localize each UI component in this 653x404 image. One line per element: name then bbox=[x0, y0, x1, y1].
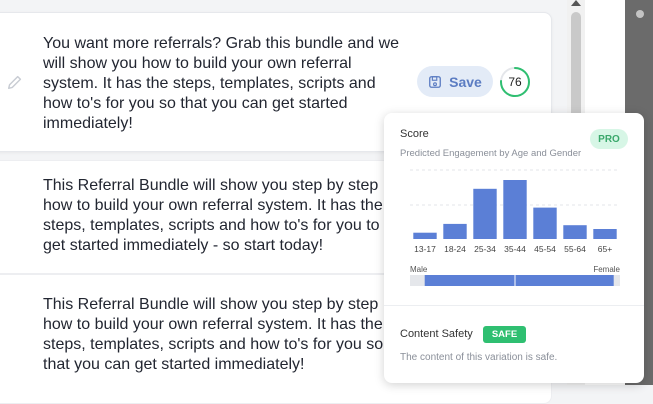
variation-text-1: You want more referrals? Grab this bundl… bbox=[43, 34, 423, 134]
panel-subtitle: Predicted Engagement by Age and Gender bbox=[400, 148, 582, 159]
male-label: Male bbox=[410, 265, 428, 274]
text-line: get started immediately - so start today… bbox=[43, 237, 324, 254]
tick-label: 13-17 bbox=[414, 244, 436, 254]
text-line: system. It has the steps, templates, scr… bbox=[43, 75, 376, 92]
female-bar bbox=[515, 275, 614, 286]
score-panel: Score PRO Predicted Engagement by Age an… bbox=[384, 113, 644, 383]
panel-title: Score bbox=[400, 128, 429, 140]
bar-35-44 bbox=[503, 180, 527, 239]
text-line: how to's for you so that you can get sta… bbox=[43, 95, 348, 112]
text-line: that you can get started immediately! bbox=[43, 356, 305, 373]
bar-55-64 bbox=[563, 225, 587, 239]
engagement-chart: 13-17 18-24 25-34 35-44 45-54 55-64 65+ Male Fem… bbox=[410, 169, 621, 286]
text-line: You want more referrals? Grab this bundl… bbox=[43, 35, 400, 52]
safe-badge: SAFE bbox=[483, 326, 526, 343]
panel-divider bbox=[384, 305, 644, 306]
text-line: how to build your own referral system. I… bbox=[43, 316, 383, 333]
save-button-label: Save bbox=[449, 73, 482, 90]
variation-text-2: This Referral Bundle will show you step … bbox=[43, 176, 393, 256]
safety-text: The content of this variation is safe. bbox=[400, 352, 558, 363]
app: You want more referrals? Grab this bundl… bbox=[0, 0, 653, 404]
text-line: This Referral Bundle will show you step … bbox=[43, 177, 379, 194]
text-line: steps, templates, scripts and how to's f… bbox=[43, 217, 380, 234]
tick-label: 18-24 bbox=[444, 244, 466, 254]
save-button[interactable]: Save bbox=[417, 66, 493, 97]
text-line: how to build your own referral system. I… bbox=[43, 197, 383, 214]
bar-25-34 bbox=[473, 188, 497, 239]
tick-label: 25-34 bbox=[474, 244, 496, 254]
tick-label: 45-54 bbox=[534, 244, 556, 254]
text-line: immediately! bbox=[43, 115, 133, 132]
text-line: This Referral Bundle will show you step … bbox=[43, 296, 379, 313]
pro-badge: PRO bbox=[590, 129, 628, 149]
pencil-icon[interactable] bbox=[6, 73, 24, 91]
female-label: Female bbox=[593, 265, 620, 274]
text-line: will show you how to build your own refe… bbox=[43, 55, 352, 72]
bar-13-17 bbox=[413, 232, 437, 239]
variation-text-3: This Referral Bundle will show you step … bbox=[43, 295, 398, 375]
status-dot bbox=[636, 10, 644, 18]
bar-18-24 bbox=[443, 223, 467, 239]
bar-65+ bbox=[593, 229, 617, 239]
tick-label: 35-44 bbox=[504, 244, 526, 254]
scroll-up-arrow[interactable] bbox=[571, 0, 581, 6]
floppy-disk-icon bbox=[429, 75, 442, 88]
male-bar bbox=[424, 275, 515, 286]
bar-45-54 bbox=[533, 207, 557, 239]
tick-label: 65+ bbox=[598, 244, 612, 254]
text-line: steps, templates, scripts and how to's f… bbox=[43, 336, 384, 353]
tick-label: 55-64 bbox=[564, 244, 586, 254]
content-safety-label: Content Safety bbox=[400, 328, 473, 340]
score-value: 76 bbox=[508, 75, 522, 89]
